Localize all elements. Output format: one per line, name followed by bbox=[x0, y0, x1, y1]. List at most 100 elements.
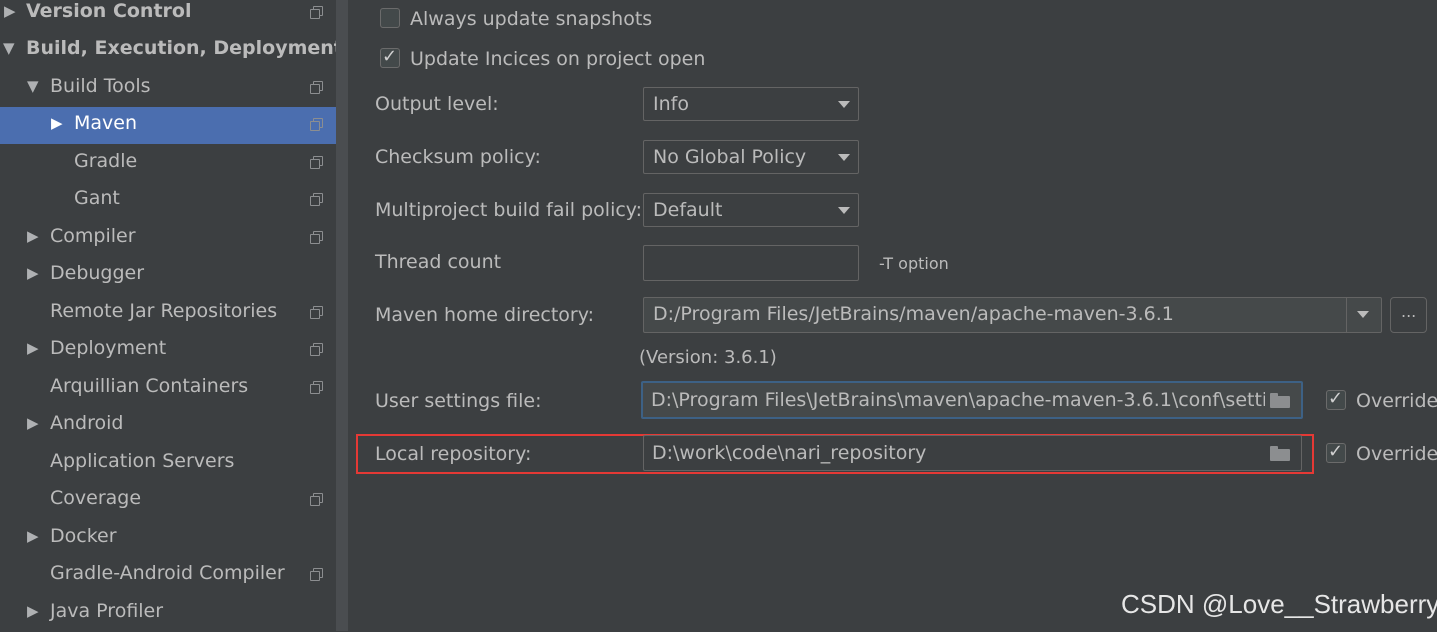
tree-item-application-servers[interactable]: Application Servers bbox=[0, 445, 336, 482]
folder-icon[interactable] bbox=[1270, 446, 1290, 461]
maven-home-dropdown[interactable]: D:/Program Files/JetBrains/maven/apache-… bbox=[643, 297, 1382, 333]
output-level-label: Output level: bbox=[375, 93, 499, 115]
expand-arrow-icon[interactable]: ▶ bbox=[4, 2, 16, 20]
project-settings-icon bbox=[310, 193, 323, 206]
tree-item-coverage[interactable]: Coverage bbox=[0, 482, 336, 519]
checkmark-icon: ✓ bbox=[1328, 388, 1344, 409]
project-settings-icon bbox=[310, 156, 323, 169]
fail-policy-label: Multiproject build fail policy: bbox=[375, 199, 643, 221]
maven-home-value: D:/Program Files/JetBrains/maven/apache-… bbox=[653, 303, 1174, 325]
tree-item-maven[interactable]: ▶ Maven bbox=[0, 107, 348, 144]
tree-item-label: Gant bbox=[74, 187, 120, 209]
expand-arrow-icon[interactable]: ▶ bbox=[27, 414, 39, 432]
project-settings-icon bbox=[310, 81, 323, 94]
tree-item-gant[interactable]: Gant bbox=[0, 182, 336, 219]
watermark-text: CSDN @Love__Strawberry bbox=[1121, 589, 1437, 619]
folder-icon[interactable] bbox=[1270, 393, 1290, 408]
always-update-snapshots-label[interactable]: Always update snapshots bbox=[410, 8, 652, 30]
tree-item-label: Arquillian Containers bbox=[50, 375, 249, 397]
checksum-policy-value: No Global Policy bbox=[653, 146, 807, 168]
user-settings-input[interactable]: D:\Program Files\JetBrains\maven\apache-… bbox=[641, 381, 1303, 419]
tree-item-gradle-android-compiler[interactable]: Gradle-Android Compiler bbox=[0, 557, 336, 594]
tree-item-android[interactable]: ▶ Android bbox=[0, 407, 336, 444]
local-repository-input[interactable]: D:\work\code\nari_repository bbox=[643, 435, 1302, 471]
tree-item-label: Build Tools bbox=[50, 75, 151, 97]
chevron-down-icon bbox=[1357, 311, 1369, 318]
thread-count-input[interactable] bbox=[643, 245, 859, 281]
tree-item-label: Remote Jar Repositories bbox=[50, 300, 278, 322]
fail-policy-dropdown[interactable]: Default bbox=[643, 193, 859, 227]
maven-version-text: (Version: 3.6.1) bbox=[639, 347, 777, 368]
project-settings-icon bbox=[310, 568, 323, 581]
user-settings-override-label[interactable]: Override bbox=[1356, 390, 1437, 412]
checkmark-icon: ✓ bbox=[1328, 441, 1344, 462]
project-settings-icon bbox=[310, 231, 323, 244]
dropdown-divider bbox=[1346, 298, 1347, 332]
tree-item-build-execution-deployment[interactable]: ▼ Build, Execution, Deployment bbox=[0, 32, 343, 69]
tree-item-deployment[interactable]: ▶ Deployment bbox=[0, 332, 336, 369]
tree-item-build-tools[interactable]: ▼ Build Tools bbox=[0, 70, 336, 107]
expand-arrow-icon[interactable]: ▶ bbox=[27, 227, 39, 245]
checksum-policy-dropdown[interactable]: No Global Policy bbox=[643, 140, 859, 174]
thread-count-hint: -T option bbox=[879, 254, 949, 273]
tree-item-debugger[interactable]: ▶ Debugger bbox=[0, 257, 336, 294]
tree-item-remote-jar-repositories[interactable]: Remote Jar Repositories bbox=[0, 295, 336, 332]
expand-arrow-icon[interactable]: ▶ bbox=[27, 527, 39, 545]
tree-item-gradle[interactable]: Gradle bbox=[0, 145, 336, 182]
chevron-down-icon bbox=[838, 101, 850, 108]
browse-maven-home-button[interactable]: ... bbox=[1390, 297, 1427, 333]
tree-item-label: Gradle bbox=[74, 150, 138, 172]
expand-arrow-icon[interactable]: ▶ bbox=[27, 339, 39, 357]
tree-item-label: Android bbox=[50, 412, 124, 434]
local-repository-override-checkbox[interactable]: ✓ bbox=[1326, 441, 1346, 463]
update-indices-label[interactable]: Update Incices on project open bbox=[410, 48, 705, 70]
project-settings-icon bbox=[310, 6, 323, 19]
expand-arrow-icon[interactable]: ▶ bbox=[51, 114, 63, 132]
project-settings-icon bbox=[310, 118, 323, 131]
tree-item-arquillian-containers[interactable]: Arquillian Containers bbox=[0, 370, 336, 407]
tree-item-label: Docker bbox=[50, 525, 117, 547]
collapse-arrow-icon[interactable]: ▼ bbox=[3, 39, 15, 57]
user-settings-override-checkbox[interactable]: ✓ bbox=[1326, 388, 1346, 410]
local-repository-override-label[interactable]: Override bbox=[1356, 443, 1437, 465]
user-settings-value: D:\Program Files\JetBrains\maven\apache-… bbox=[651, 389, 1265, 411]
tree-item-docker[interactable]: ▶ Docker bbox=[0, 520, 336, 557]
checkmark-icon: ✓ bbox=[382, 46, 398, 67]
expand-arrow-icon[interactable]: ▶ bbox=[27, 602, 39, 620]
panel-splitter[interactable] bbox=[336, 0, 348, 631]
user-settings-label: User settings file: bbox=[375, 390, 542, 412]
project-settings-icon bbox=[310, 306, 323, 319]
settings-tree: ▶ Version Control ▼ Build, Execution, De… bbox=[0, 0, 348, 632]
thread-count-label: Thread count bbox=[375, 251, 502, 273]
always-update-snapshots-checkbox[interactable] bbox=[380, 8, 400, 28]
tree-item-label: Java Profiler bbox=[50, 600, 164, 622]
browse-button-label: ... bbox=[1401, 302, 1417, 321]
local-repository-label: Local repository: bbox=[375, 443, 532, 465]
maven-home-label: Maven home directory: bbox=[375, 304, 594, 326]
local-repository-value: D:\work\code\nari_repository bbox=[652, 442, 927, 464]
tree-item-java-profiler[interactable]: ▶ Java Profiler bbox=[0, 595, 336, 632]
tree-item-label: Application Servers bbox=[50, 450, 235, 472]
tree-item-compiler[interactable]: ▶ Compiler bbox=[0, 220, 336, 257]
project-settings-icon bbox=[310, 493, 323, 506]
tree-item-label: Gradle-Android Compiler bbox=[50, 562, 285, 584]
update-indices-checkbox[interactable]: ✓ bbox=[380, 46, 400, 68]
tree-item-label: Version Control bbox=[26, 0, 192, 22]
tree-item-label: Build, Execution, Deployment bbox=[26, 37, 343, 59]
tree-item-label: Coverage bbox=[50, 487, 142, 509]
tree-item-version-control[interactable]: ▶ Version Control bbox=[0, 0, 336, 32]
project-settings-icon bbox=[310, 381, 323, 394]
tree-item-label: Compiler bbox=[50, 225, 136, 247]
collapse-arrow-icon[interactable]: ▼ bbox=[27, 77, 39, 95]
chevron-down-icon bbox=[838, 154, 850, 161]
fail-policy-value: Default bbox=[653, 199, 723, 221]
tree-item-label: Debugger bbox=[50, 262, 145, 284]
chevron-down-icon bbox=[838, 207, 850, 214]
project-settings-icon bbox=[310, 343, 323, 356]
checksum-policy-label: Checksum policy: bbox=[375, 146, 541, 168]
tree-item-label: Maven bbox=[74, 112, 138, 134]
expand-arrow-icon[interactable]: ▶ bbox=[27, 264, 39, 282]
output-level-value: Info bbox=[653, 93, 689, 115]
tree-item-label: Deployment bbox=[50, 337, 167, 359]
output-level-dropdown[interactable]: Info bbox=[643, 87, 859, 121]
